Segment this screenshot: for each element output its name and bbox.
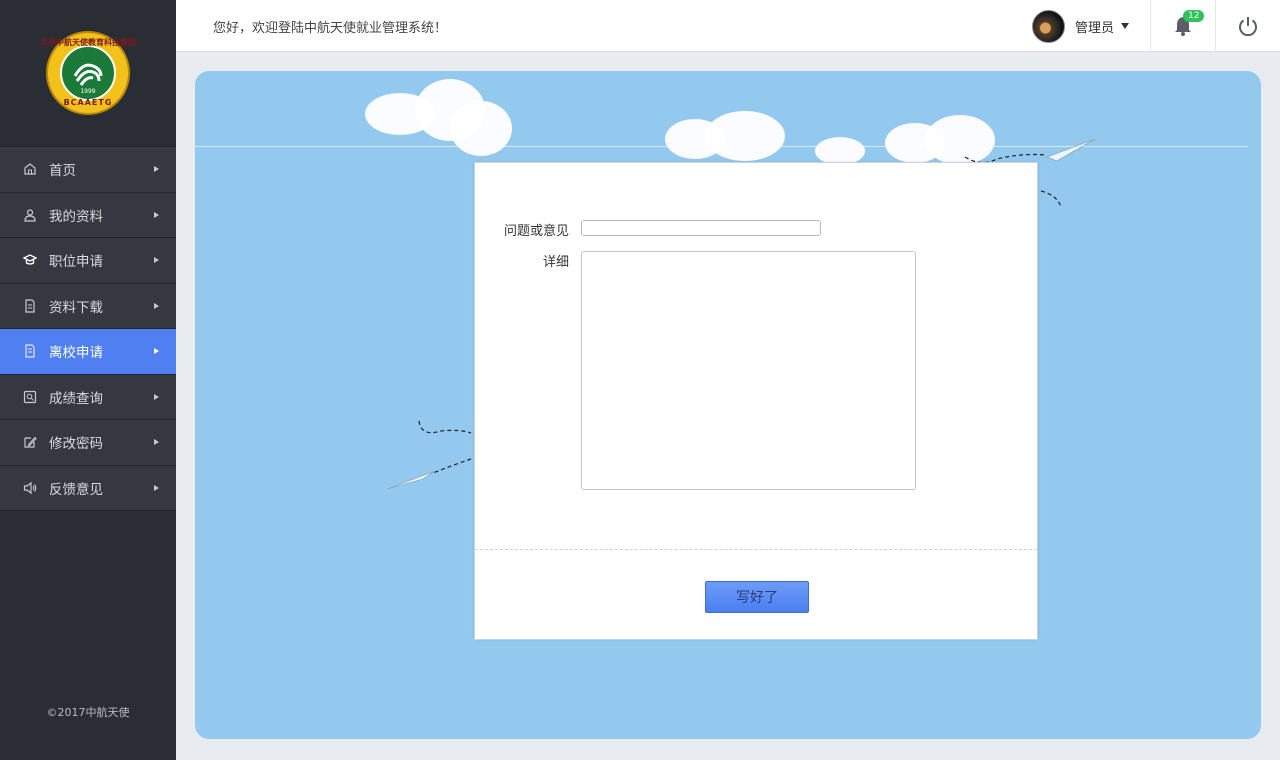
organization-logo: 北京中航天使教育科技集团 1999 BCAAETG [40,31,136,115]
avatar[interactable] [1032,9,1065,43]
sidebar-item-feedback[interactable]: 反馈意见 [0,464,176,510]
edit-icon [22,434,38,450]
notifications-button[interactable]: 12 [1151,0,1215,52]
welcome-message: 您好，欢迎登陆中航天使就业管理系统！ [213,21,448,36]
notification-badge: 12 [1183,10,1205,22]
chevron-down-icon[interactable] [1121,23,1130,29]
caret-right-icon [154,348,159,355]
sidebar-item-downloads[interactable]: 资料下载 [0,282,176,328]
sidebar-item-label: 成绩查询 [49,390,103,407]
logo-area: 北京中航天使教育科技集团 1999 BCAAETG [0,0,176,146]
logo-ring-text: 北京中航天使教育科技集团 [40,38,136,47]
power-icon [1239,17,1257,37]
top-header: 您好，欢迎登陆中航天使就业管理系统！ 管理员 12 [176,0,1280,52]
caret-right-icon [154,166,159,173]
user-menu[interactable]: 管理员 [1032,0,1130,52]
caret-right-icon [154,393,159,400]
sidebar-item-label: 职位申请 [49,254,103,271]
speaker-icon [22,480,38,496]
sidebar-item-label: 首页 [49,163,76,180]
sidebar-item-label: 资料下载 [49,299,103,316]
detail-label: 详细 [542,255,569,270]
emblem-icon [73,63,103,86]
logo-bottom-text: BCAAETG [63,98,113,107]
sidebar-item-job-application[interactable]: 职位申请 [0,237,176,283]
caret-right-icon [154,211,159,218]
feedback-form: 问题或意见 详细 写好了 [474,162,1038,640]
username: 管理员 [1075,20,1115,36]
sidebar-item-label: 修改密码 [49,436,103,453]
question-input[interactable] [581,220,821,236]
sidebar-item-label: 离校申请 [49,345,103,362]
sidebar: 北京中航天使教育科技集团 1999 BCAAETG 首页 我的资料 职位申请 资… [0,0,176,760]
caret-right-icon [154,257,159,264]
copyright-text: ©2017中航天使 [46,706,130,719]
submit-button[interactable]: 写好了 [705,581,809,613]
paper-plane-icon [386,420,472,490]
detail-row: 详细 [475,251,916,490]
sidebar-menu: 首页 我的资料 职位申请 资料下载 离校申请 成绩查询 修改密码 反馈意见 [0,146,176,510]
file-icon [22,343,38,359]
sidebar-item-change-password[interactable]: 修改密码 [0,419,176,465]
caret-right-icon [154,484,159,491]
question-row: 问题或意见 [475,220,821,239]
document-icon [22,298,38,314]
sidebar-item-leave-application[interactable]: 离校申请 [0,328,176,374]
detail-textarea[interactable] [581,251,916,490]
logo-year: 1999 [80,88,96,95]
question-label: 问题或意见 [503,224,569,239]
graduation-cap-icon [22,252,38,268]
user-icon [22,207,38,223]
caret-right-icon [154,439,159,446]
sidebar-item-label: 反馈意见 [49,481,103,498]
search-doc-icon [22,389,38,405]
sidebar-item-label: 我的资料 [49,208,103,225]
home-icon [22,161,38,177]
logout-button[interactable] [1216,0,1280,52]
menu-divider [0,510,176,511]
sidebar-item-my-profile[interactable]: 我的资料 [0,191,176,237]
sidebar-item-home[interactable]: 首页 [0,146,176,192]
caret-right-icon [154,302,159,309]
sidebar-item-score-query[interactable]: 成绩查询 [0,373,176,419]
form-divider [475,549,1037,550]
